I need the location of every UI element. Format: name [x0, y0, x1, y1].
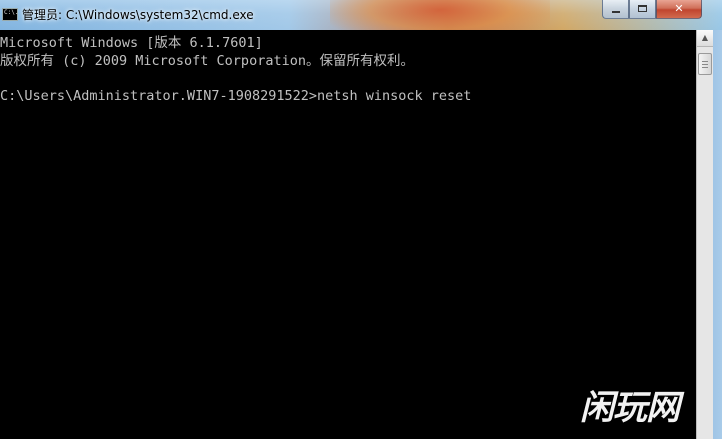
grip-line	[702, 64, 708, 65]
minimize-button[interactable]	[602, 0, 629, 19]
up-arrow-icon: ▲	[701, 33, 709, 42]
grip-line	[702, 61, 708, 62]
cmd-app-icon[interactable]: C:\.	[2, 8, 18, 21]
console-line-command: C:\Users\Administrator.WIN7-1908291522>n…	[0, 88, 472, 104]
cmd-icon-label: C:\.	[4, 9, 19, 16]
maximize-button[interactable]	[629, 0, 656, 19]
minimize-icon	[612, 11, 620, 13]
console-line-copyright: 版权所有 (c) 2009 Microsoft Corporation。保留所有…	[0, 53, 414, 69]
close-button[interactable]: ✕	[656, 0, 702, 19]
scrollbar-thumb[interactable]	[698, 53, 712, 75]
title-bar[interactable]: C:\. 管理员: C:\Windows\system32\cmd.exe ✕	[0, 0, 722, 40]
window-title: 管理员: C:\Windows\system32\cmd.exe	[22, 8, 254, 22]
console-output[interactable]: Microsoft Windows [版本 6.1.7601] 版权所有 (c)…	[0, 30, 696, 439]
cmd-window: C:\. 管理员: C:\Windows\system32\cmd.exe ✕ …	[0, 0, 722, 439]
vertical-scrollbar[interactable]: ▲	[696, 30, 713, 439]
console-line-version: Microsoft Windows [版本 6.1.7601]	[0, 35, 263, 51]
scroll-up-button[interactable]: ▲	[697, 30, 713, 47]
site-watermark: 闲玩网	[580, 388, 680, 428]
grip-line	[702, 67, 708, 68]
maximize-icon	[638, 5, 647, 12]
close-icon: ✕	[674, 2, 684, 15]
